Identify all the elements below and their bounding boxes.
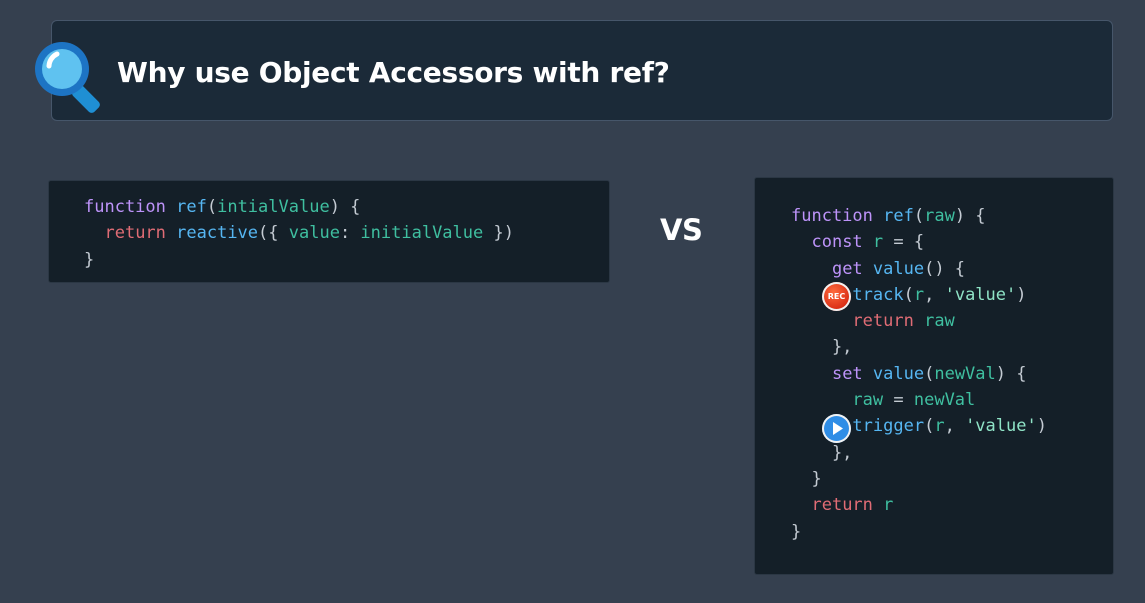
code-text: function ref(intialValue) { return react… [84,194,514,273]
code-token: () { [924,258,966,279]
code-line: }, [791,440,1047,466]
code-token: value [872,258,925,279]
code-token: ) [1016,284,1027,305]
code-line: function ref(raw) { [791,203,1047,229]
code-line: set value(newVal) { [791,361,1047,387]
code-token: ) { [954,206,986,226]
code-token: r [872,232,884,253]
code-line: } [791,466,1047,492]
code-token: raw [924,206,955,226]
code-token: ({ [258,223,289,244]
code-token: set [831,363,873,384]
code-token: return [104,223,177,244]
code-token: ) { [329,197,361,217]
code-token: }) [483,223,514,244]
code-line: function ref(intialValue) { [84,194,514,220]
code-token: function [791,206,884,226]
code-token: get [831,258,873,279]
code-token: r [934,416,945,437]
play-icon [822,414,851,443]
code-token: 'value' [965,416,1037,437]
code-block-simple-ref: function ref(intialValue) { return react… [48,180,610,283]
code-line: } [84,247,514,273]
code-token: , [944,416,966,437]
code-text: function ref(raw) { const r = { get valu… [791,203,1047,545]
code-token: }, [791,442,853,463]
code-token: r [913,284,925,305]
code-line: return r [791,492,1047,518]
rec-badge-icon: REC [822,282,851,311]
code-line: return raw [791,308,1047,334]
vs-label: VS [660,213,703,247]
code-line: }, [791,334,1047,360]
code-token: function [84,197,177,217]
code-line: return reactive({ value: initialValue }) [84,220,514,246]
code-token: const [811,232,873,253]
code-token: return [852,311,925,332]
code-line: raw = newVal [791,387,1047,413]
code-token: intialValue [217,197,330,217]
code-token: , [924,284,945,305]
code-token: r [883,495,894,516]
code-line: get value() { [791,256,1047,282]
code-token: raw [852,390,884,411]
code-token: }, [791,337,853,358]
code-token: track [852,284,904,305]
code-token: ) { [995,363,1027,384]
code-token: raw [924,311,955,332]
code-token: newVal [913,390,976,411]
code-token: initialValue [360,223,484,244]
code-token: = { [883,232,925,253]
code-token: ( [913,206,925,226]
code-token: trigger [852,416,925,437]
code-token: reactive [176,223,259,244]
code-token: ( [903,284,914,305]
code-token: : [339,223,361,244]
code-token: ) [1036,416,1047,437]
code-token: } [84,249,95,270]
code-token: ref [176,197,207,217]
page-title: Why use Object Accessors with ref? [117,56,670,89]
code-token: return [811,495,884,516]
code-token: ( [206,197,218,217]
code-token: } [791,521,802,542]
search-icon [35,42,100,113]
code-token: 'value' [944,284,1017,305]
code-token: ref [883,206,914,226]
code-token: } [791,468,822,489]
code-token: value [872,363,925,384]
code-token: value [288,223,340,244]
code-token: ( [924,416,935,437]
code-token: newVal [934,363,996,384]
code-token: ( [924,363,935,384]
code-line: } [791,519,1047,545]
code-token: = [883,390,914,411]
code-block-accessor-ref: function ref(raw) { const r = { get valu… [754,177,1114,575]
code-line: const r = { [791,229,1047,255]
